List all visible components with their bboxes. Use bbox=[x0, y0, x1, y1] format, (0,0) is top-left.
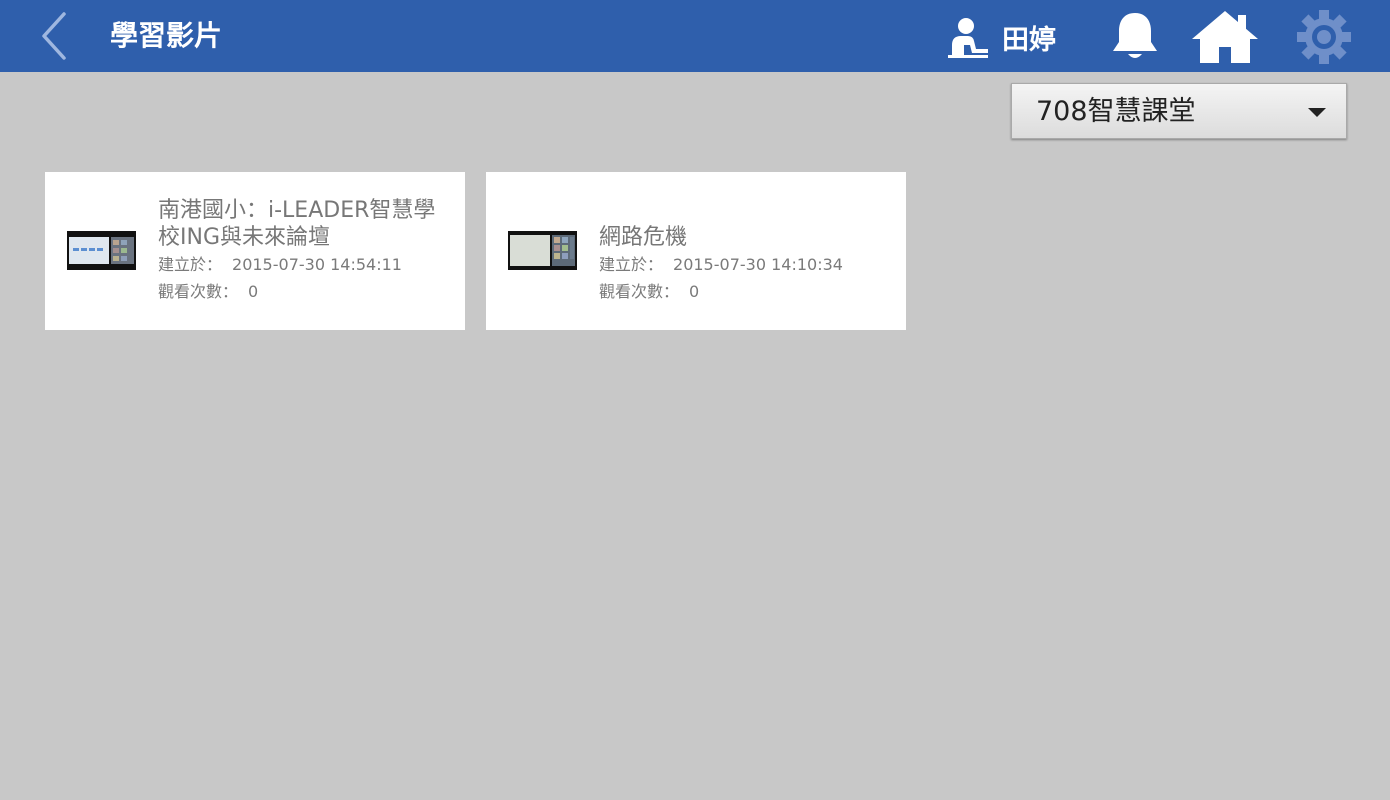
notifications-button[interactable] bbox=[1108, 9, 1162, 65]
views-label: 觀看次數： bbox=[599, 282, 680, 301]
classroom-select[interactable]: 708智慧課堂 bbox=[1011, 83, 1347, 139]
views-label: 觀看次數： bbox=[158, 282, 239, 301]
home-icon bbox=[1192, 11, 1258, 63]
video-thumbnail bbox=[67, 231, 136, 270]
video-title: 網路危機 bbox=[599, 225, 688, 250]
top-app-bar: 學習影片 田婷 bbox=[0, 0, 1390, 72]
video-views-row: 觀看次數： 0 bbox=[599, 278, 889, 305]
back-button[interactable] bbox=[30, 8, 80, 64]
video-views-row: 觀看次數： 0 bbox=[158, 278, 448, 305]
video-created-row: 建立於： 2015-07-30 14:10:34 bbox=[599, 251, 889, 278]
video-created-row: 建立於： 2015-07-30 14:54:11 bbox=[158, 251, 448, 278]
dropdown-caret-icon bbox=[1308, 108, 1326, 117]
views-count: 0 bbox=[689, 282, 700, 301]
gear-icon bbox=[1297, 10, 1351, 64]
video-card[interactable]: 網路危機 建立於： 2015-07-30 14:10:34 觀看次數： 0 bbox=[486, 172, 906, 330]
home-button[interactable] bbox=[1190, 9, 1260, 65]
created-label: 建立於： bbox=[158, 255, 223, 274]
settings-button[interactable] bbox=[1293, 9, 1355, 65]
created-timestamp: 2015-07-30 14:54:11 bbox=[232, 255, 402, 274]
video-card[interactable]: 南港國小：i-LEADER智慧學校ING與未來論壇 建立於： 2015-07-30… bbox=[45, 172, 465, 330]
classroom-select-value: 708智慧課堂 bbox=[1036, 96, 1196, 127]
bell-icon bbox=[1113, 13, 1157, 58]
user-name: 田婷 bbox=[1002, 24, 1056, 56]
page-title: 學習影片 bbox=[110, 19, 223, 52]
user-profile-button[interactable]: 田婷 bbox=[944, 12, 1056, 62]
created-label: 建立於： bbox=[599, 255, 664, 274]
user-icon bbox=[948, 18, 988, 58]
video-thumbnail bbox=[508, 231, 577, 270]
views-count: 0 bbox=[248, 282, 259, 301]
created-timestamp: 2015-07-30 14:10:34 bbox=[673, 255, 843, 274]
video-title: 南港國小：i-LEADER智慧學校ING與未來論壇 bbox=[158, 198, 436, 250]
back-chevron-icon bbox=[42, 12, 66, 60]
